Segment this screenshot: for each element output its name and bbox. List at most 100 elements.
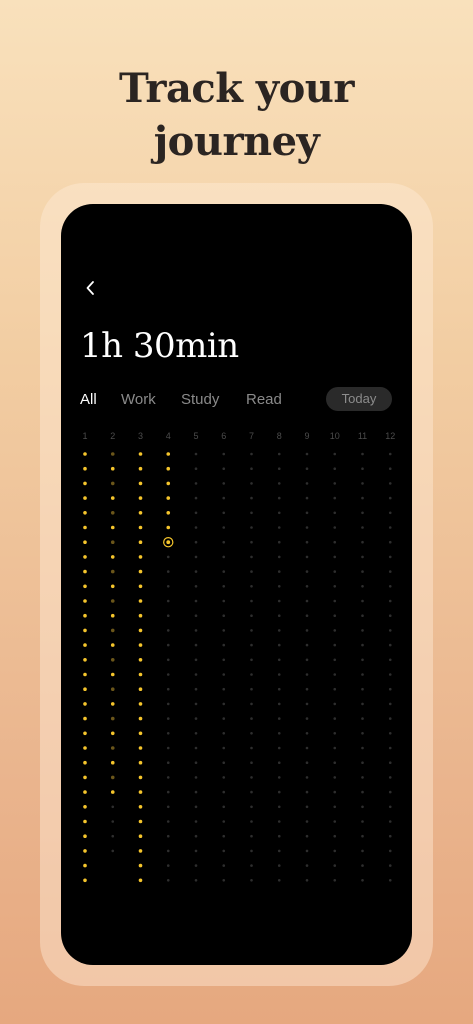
dot-empty	[277, 849, 281, 853]
dot-filled	[83, 613, 87, 618]
dot-empty	[361, 540, 364, 544]
dot-empty	[166, 643, 170, 647]
dot-empty	[305, 805, 309, 809]
dot-empty	[277, 776, 281, 779]
dot-empty	[277, 629, 281, 632]
dot-filled	[138, 613, 143, 618]
dot-empty	[361, 702, 364, 706]
dot-empty	[333, 540, 337, 544]
dot-empty	[361, 496, 364, 500]
dot-empty	[222, 614, 226, 617]
dot-empty	[305, 482, 309, 485]
dot-empty	[222, 790, 226, 794]
headline: Track your journey	[0, 62, 473, 168]
dot-filled	[138, 849, 143, 853]
dot-empty	[194, 864, 198, 867]
dot-empty	[194, 599, 198, 603]
dot-empty	[194, 452, 198, 456]
dot-empty	[250, 614, 253, 617]
dot-empty	[305, 834, 309, 838]
dot-filled	[138, 819, 143, 824]
dot-empty	[388, 746, 392, 750]
dot-empty	[166, 629, 170, 632]
dot-empty	[277, 511, 281, 515]
dot-empty	[361, 834, 364, 838]
column-label-10: 10	[330, 431, 340, 441]
dot-empty	[194, 585, 198, 588]
dot-empty	[250, 673, 253, 676]
dot-empty	[333, 732, 337, 735]
dot-empty	[388, 805, 392, 809]
dot-empty	[388, 673, 392, 676]
dot-empty	[194, 849, 198, 853]
dot-empty	[222, 511, 226, 515]
dot-filled	[83, 628, 87, 633]
dot-filled	[83, 599, 87, 603]
column-label-1: 1	[82, 431, 87, 441]
dot-filled	[83, 643, 87, 647]
dot-empty	[305, 673, 309, 676]
dot-empty	[250, 599, 253, 603]
dot-filled	[110, 775, 115, 780]
dot-empty	[388, 776, 392, 779]
dot-empty	[305, 452, 309, 456]
dot-empty	[166, 746, 170, 750]
dot-empty	[222, 540, 226, 544]
dot-empty	[194, 776, 198, 779]
dot-empty	[305, 864, 309, 867]
dot-empty	[361, 452, 364, 456]
dot-empty	[277, 555, 281, 559]
dot-empty	[194, 467, 198, 471]
dot-filled	[110, 702, 115, 706]
dot-empty	[277, 879, 281, 882]
dot-empty	[277, 790, 281, 794]
dot-empty	[333, 746, 337, 750]
dot-filled	[83, 849, 87, 853]
dot-filled	[138, 555, 143, 559]
dot-filled	[83, 863, 87, 868]
dot-empty	[222, 658, 226, 662]
dot-filled	[166, 511, 171, 515]
dot-empty	[166, 879, 170, 882]
column-label-3: 3	[138, 431, 143, 441]
dot-filled	[110, 672, 115, 677]
dot-empty	[388, 790, 392, 794]
dot-filled	[83, 878, 87, 883]
dot-empty	[388, 467, 392, 471]
dot-empty	[194, 643, 198, 647]
dot-empty	[305, 849, 309, 853]
dot-empty	[333, 614, 337, 617]
dot-filled	[83, 481, 87, 486]
dot-empty	[277, 540, 281, 544]
dot-empty	[166, 849, 170, 853]
dot-empty	[250, 702, 253, 706]
dot-filled	[138, 834, 143, 838]
dot-empty	[277, 599, 281, 603]
dot-empty	[111, 834, 115, 838]
dot-filled	[138, 599, 143, 603]
dot-empty	[250, 511, 253, 515]
dot-filled	[138, 628, 143, 633]
dot-empty	[222, 452, 226, 456]
dot-empty	[277, 673, 281, 676]
dot-empty	[194, 511, 198, 515]
dot-filled	[83, 555, 87, 559]
dot-filled	[110, 555, 115, 559]
dot-empty	[194, 761, 198, 764]
dot-empty	[277, 761, 281, 764]
dot-empty	[222, 687, 226, 691]
dot-empty	[388, 834, 392, 838]
dot-empty	[388, 511, 392, 515]
column-label-7: 7	[249, 431, 254, 441]
dot-empty	[222, 820, 226, 823]
dot-empty	[111, 820, 115, 823]
dot-filled	[138, 658, 143, 662]
dot-empty	[305, 585, 309, 588]
dot-empty	[277, 702, 281, 706]
dot-empty	[305, 658, 309, 662]
dot-empty	[166, 717, 170, 720]
dot-filled	[83, 746, 87, 750]
column-label-9: 9	[304, 431, 309, 441]
column-label-4: 4	[166, 431, 171, 441]
dot-empty	[305, 687, 309, 691]
